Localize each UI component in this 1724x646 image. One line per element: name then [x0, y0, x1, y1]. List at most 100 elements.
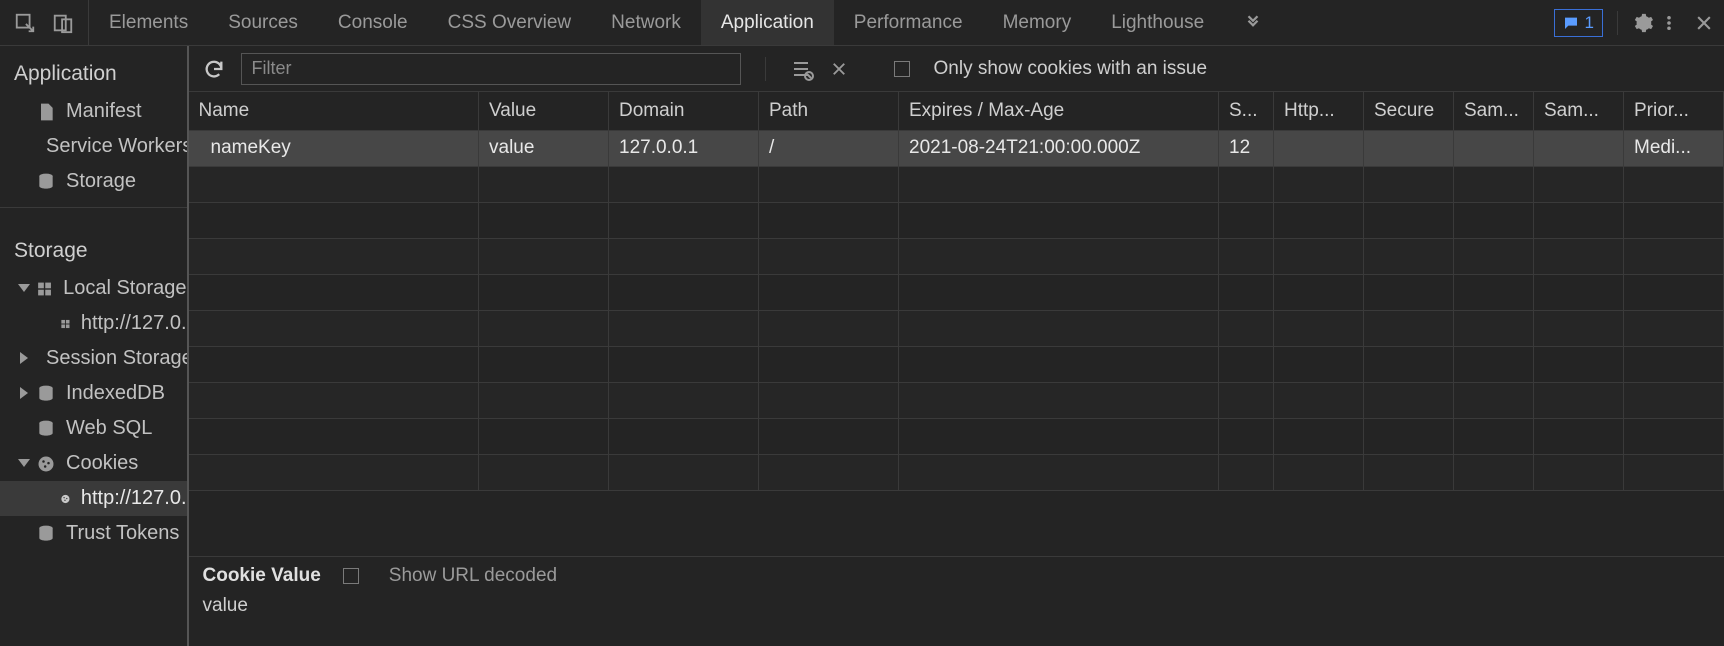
chevron-right-icon[interactable] — [20, 387, 28, 399]
grid-icon — [36, 279, 53, 299]
cell-sameparty — [1534, 130, 1624, 166]
tabbar-tabs: Elements Sources Console CSS Overview Ne… — [89, 0, 1282, 45]
tab-memory[interactable]: Memory — [983, 0, 1092, 45]
chevron-down-icon[interactable] — [18, 284, 30, 292]
tab-performance[interactable]: Performance — [834, 0, 983, 45]
col-expires[interactable]: Expires / Max-Age — [899, 92, 1219, 130]
grid-icon — [60, 314, 71, 334]
sidebar-item-storage[interactable]: Storage — [0, 164, 187, 199]
cell-path: / — [759, 130, 899, 166]
sidebar-label: http://127.0. — [81, 312, 187, 335]
database-icon — [36, 384, 56, 404]
sidebar-label: IndexedDB — [66, 382, 165, 405]
tab-overflow[interactable] — [1224, 0, 1282, 45]
table-row[interactable]: nameKey value 127.0.0.1 / 2021-08-24T21:… — [189, 130, 1724, 166]
col-domain[interactable]: Domain — [609, 92, 759, 130]
sidebar-item-trust-tokens[interactable]: Trust Tokens — [0, 516, 187, 551]
sidebar-label: Web SQL — [66, 417, 152, 440]
cell-expires: 2021-08-24T21:00:00.000Z — [899, 130, 1219, 166]
cookie-value-text: value — [203, 595, 1711, 617]
table-row[interactable] — [189, 346, 1724, 382]
cookie-detail-pane: Cookie Value Show URL decoded value — [189, 556, 1724, 646]
clear-all-icon[interactable] — [790, 57, 814, 81]
device-toolbar-icon[interactable] — [52, 12, 74, 34]
cookie-icon — [36, 454, 56, 474]
sidebar-label: Cookies — [66, 452, 138, 475]
sidebar-label: Storage — [66, 170, 136, 193]
chevron-down-icon[interactable] — [18, 459, 30, 467]
col-size[interactable]: S... — [1219, 92, 1274, 130]
sidebar-section-storage: Storage — [0, 229, 187, 271]
col-priority[interactable]: Prior... — [1624, 92, 1724, 130]
cell-size: 12 — [1219, 130, 1274, 166]
col-name[interactable]: Name — [189, 92, 479, 130]
delete-icon[interactable] — [830, 60, 848, 78]
sidebar-label: http://127.0. — [81, 487, 187, 510]
database-icon — [36, 419, 56, 439]
table-row[interactable] — [189, 418, 1724, 454]
tab-lighthouse[interactable]: Lighthouse — [1091, 0, 1224, 45]
application-sidebar: Application Manifest Service Workers Sto… — [0, 46, 189, 646]
table-row[interactable] — [189, 382, 1724, 418]
sidebar-item-cookies-origin[interactable]: http://127.0. — [0, 481, 187, 516]
inspect-icon[interactable] — [14, 12, 36, 34]
table-row[interactable] — [189, 274, 1724, 310]
cell-name: nameKey — [189, 130, 479, 166]
cookies-pane: Only show cookies with an issue Name Val… — [189, 46, 1724, 646]
col-sameparty[interactable]: Sam... — [1534, 92, 1624, 130]
col-secure[interactable]: Secure — [1364, 92, 1454, 130]
database-icon — [36, 172, 56, 192]
table-row[interactable] — [189, 166, 1724, 202]
sidebar-label: Session Storage — [46, 347, 189, 370]
tab-elements[interactable]: Elements — [89, 0, 208, 45]
tab-network[interactable]: Network — [591, 0, 701, 45]
sidebar-label: Local Storage — [63, 277, 186, 300]
tab-application[interactable]: Application — [701, 0, 834, 45]
only-issues-checkbox[interactable] — [894, 61, 910, 77]
close-icon[interactable] — [1694, 13, 1714, 33]
cookies-table: Name Value Domain Path Expires / Max-Age… — [189, 92, 1724, 556]
tabbar-left-icons — [0, 0, 89, 45]
cell-httponly — [1274, 130, 1364, 166]
url-decoded-label: Show URL decoded — [389, 565, 557, 587]
table-row[interactable] — [189, 454, 1724, 490]
cookies-toolbar: Only show cookies with an issue — [189, 46, 1724, 92]
settings-icon[interactable] — [1632, 12, 1654, 34]
col-path[interactable]: Path — [759, 92, 899, 130]
table-row[interactable] — [189, 310, 1724, 346]
table-row[interactable] — [189, 238, 1724, 274]
sidebar-item-manifest[interactable]: Manifest — [0, 94, 187, 129]
chevron-right-icon[interactable] — [20, 352, 28, 364]
cell-domain: 127.0.0.1 — [609, 130, 759, 166]
sidebar-item-service-workers[interactable]: Service Workers — [0, 129, 187, 164]
file-icon — [36, 102, 56, 122]
table-header-row: Name Value Domain Path Expires / Max-Age… — [189, 92, 1724, 130]
cookie-icon — [60, 489, 71, 509]
sidebar-item-local-storage-origin[interactable]: http://127.0. — [0, 306, 187, 341]
sidebar-item-websql[interactable]: Web SQL — [0, 411, 187, 446]
tab-css-overview[interactable]: CSS Overview — [428, 0, 592, 45]
database-icon — [36, 524, 56, 544]
issues-button[interactable]: 1 — [1554, 9, 1603, 37]
tab-sources[interactable]: Sources — [208, 0, 318, 45]
table-row[interactable] — [189, 202, 1724, 238]
cell-secure — [1364, 130, 1454, 166]
cookie-value-title: Cookie Value — [203, 565, 321, 587]
col-httponly[interactable]: Http... — [1274, 92, 1364, 130]
url-decoded-checkbox[interactable] — [343, 568, 359, 584]
cell-samesite — [1454, 130, 1534, 166]
only-issues-label: Only show cookies with an issue — [934, 58, 1208, 80]
sidebar-label: Service Workers — [46, 135, 189, 158]
col-value[interactable]: Value — [479, 92, 609, 130]
refresh-icon[interactable] — [203, 58, 225, 80]
cell-value: value — [479, 130, 609, 166]
tab-console[interactable]: Console — [318, 0, 428, 45]
filter-input[interactable] — [241, 53, 741, 85]
tabbar-right-icons: 1 — [1544, 0, 1724, 45]
sidebar-label: Manifest — [66, 100, 142, 123]
devtools-tabbar: Elements Sources Console CSS Overview Ne… — [0, 0, 1724, 46]
sidebar-section-application: Application — [0, 52, 187, 94]
col-samesite[interactable]: Sam... — [1454, 92, 1534, 130]
kebab-menu-icon[interactable] — [1660, 12, 1678, 34]
sidebar-label: Trust Tokens — [66, 522, 179, 545]
